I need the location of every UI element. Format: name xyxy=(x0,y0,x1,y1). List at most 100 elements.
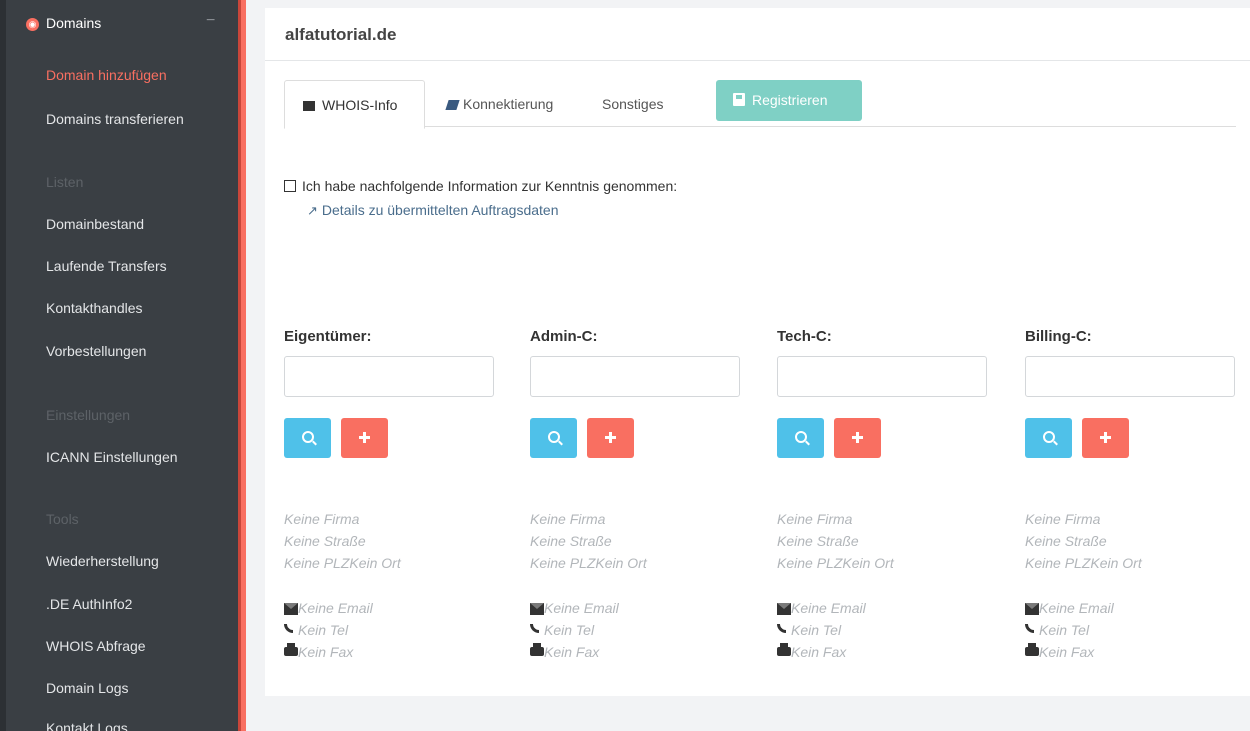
contact-strasse: Keine Straße xyxy=(530,533,612,549)
plus-icon-stem xyxy=(609,432,612,443)
contact-handle-input[interactable] xyxy=(284,356,494,397)
add-contact-button[interactable] xyxy=(834,418,881,458)
contact-column-admin-c: Admin-C: Keine Firma Keine Straße Keine … xyxy=(530,328,742,668)
tab-whois-info[interactable]: WHOIS-Info xyxy=(284,80,425,129)
contact-ort: Keine PLZKein Ort xyxy=(530,555,647,571)
envelope-icon xyxy=(530,603,544,615)
sidebar-item-domain-hinzufuegen[interactable]: Domain hinzufügen xyxy=(46,67,167,83)
contact-column-eigentuemer: Eigentümer: Keine Firma Keine Straße Kei… xyxy=(284,328,496,668)
fax-icon xyxy=(530,643,544,656)
fax-icon xyxy=(777,643,791,656)
contact-column-billing-c: Billing-C: Keine Firma Keine Straße Kein… xyxy=(1025,328,1237,668)
contact-role-label: Admin-C: xyxy=(530,328,598,345)
sidebar-section-listen: Listen xyxy=(46,174,84,190)
sidebar-item-kontakthandles[interactable]: Kontakthandles xyxy=(46,300,143,316)
add-contact-button[interactable] xyxy=(1082,418,1129,458)
plus-icon-stem xyxy=(856,432,859,443)
contact-ort: Keine PLZKein Ort xyxy=(777,555,894,571)
sidebar-item-kontakt-logs[interactable]: Kontakt Logs xyxy=(46,720,128,731)
sidebar-section-einstellungen: Einstellungen xyxy=(46,407,131,423)
envelope-icon xyxy=(1025,603,1039,615)
tab-label: WHOIS-Info xyxy=(322,97,398,113)
acknowledge-label: Ich habe nachfolgende Information zur Ke… xyxy=(302,178,678,194)
contact-handle-input[interactable] xyxy=(1025,356,1235,397)
contact-role-label: Billing-C: xyxy=(1025,328,1092,345)
contact-ort: Keine PLZKein Ort xyxy=(1025,555,1142,571)
search-button[interactable] xyxy=(530,418,577,458)
contact-fax: Kein Fax xyxy=(1039,644,1095,660)
search-icon xyxy=(302,431,314,443)
sidebar-item-domain-logs[interactable]: Domain Logs xyxy=(46,680,129,696)
details-link[interactable]: ↗ Details zu übermittelten Auftragsdaten xyxy=(307,202,558,219)
details-link-text: Details zu übermittelten Auftragsdaten xyxy=(321,202,559,218)
contact-strasse: Keine Straße xyxy=(284,533,366,549)
contact-firma: Keine Firma xyxy=(530,511,606,527)
contact-ort: Keine PLZKein Ort xyxy=(284,555,401,571)
register-button-label: Registrieren xyxy=(752,92,828,108)
sidebar-item-laufende-transfers[interactable]: Laufende Transfers xyxy=(46,258,167,274)
sidebar-item-domains-transferieren[interactable]: Domains transferieren xyxy=(46,111,184,127)
search-icon xyxy=(795,431,807,443)
sidebar-item-domainbestand[interactable]: Domainbestand xyxy=(46,216,144,232)
contact-strasse: Keine Straße xyxy=(777,533,859,549)
sidebar-item-de-authinfo2[interactable]: .DE AuthInfo2 xyxy=(46,596,132,612)
contact-firma: Keine Firma xyxy=(284,511,360,527)
contact-email: Keine Email xyxy=(1039,600,1114,616)
sidebar: ◉ Domains − Domain hinzufügen Domains tr… xyxy=(0,0,238,731)
globe-icon: ◉ xyxy=(26,18,39,31)
contact-tel: Kein Tel xyxy=(791,622,842,638)
contact-firma: Keine Firma xyxy=(777,511,853,527)
contact-column-tech-c: Tech-C: Keine Firma Keine Straße Keine P… xyxy=(777,328,989,668)
contact-handle-input[interactable] xyxy=(777,356,987,397)
domain-card: alfatutorial.de WHOIS-Info Konnektierung… xyxy=(265,8,1250,696)
phone-icon xyxy=(530,624,539,633)
contact-fax: Kein Fax xyxy=(544,644,600,660)
acknowledge-checkbox[interactable] xyxy=(284,180,296,192)
contact-email: Keine Email xyxy=(791,600,866,616)
sidebar-edge xyxy=(0,0,6,731)
envelope-icon xyxy=(777,603,791,615)
contact-role-label: Eigentümer: xyxy=(284,328,372,345)
search-button[interactable] xyxy=(1025,418,1072,458)
sidebar-item-whois-abfrage[interactable]: WHOIS Abfrage xyxy=(46,638,146,654)
sidebar-item-vorbestellungen[interactable]: Vorbestellungen xyxy=(46,343,146,359)
sidebar-item-wiederherstellung[interactable]: Wiederherstellung xyxy=(46,553,159,569)
phone-icon xyxy=(1025,624,1034,633)
sidebar-accent-shadow xyxy=(238,0,241,731)
search-icon xyxy=(548,431,560,443)
contact-fax: Kein Fax xyxy=(298,644,354,660)
envelope-icon xyxy=(284,603,298,615)
contact-firma: Keine Firma xyxy=(1025,511,1101,527)
contact-fax: Kein Fax xyxy=(791,644,847,660)
contact-tel: Kein Tel xyxy=(298,622,349,638)
contact-tel: Kein Tel xyxy=(1039,622,1090,638)
tab-konnektierung[interactable]: Konnektierung xyxy=(425,80,575,126)
fax-icon xyxy=(284,643,298,656)
search-button[interactable] xyxy=(284,418,331,458)
sidebar-section-tools: Tools xyxy=(46,511,79,527)
tab-sonstiges[interactable]: Sonstiges xyxy=(581,80,691,126)
sidebar-item-icann-einstellungen[interactable]: ICANN Einstellungen xyxy=(46,449,178,465)
phone-icon xyxy=(284,624,293,633)
archive-icon xyxy=(303,101,315,111)
fax-icon xyxy=(1025,643,1039,656)
tabs-baseline xyxy=(284,126,1236,127)
phone-icon xyxy=(777,624,786,633)
divider xyxy=(265,60,1250,61)
register-button[interactable]: Registrieren xyxy=(716,80,862,121)
contact-handle-input[interactable] xyxy=(530,356,740,397)
sidebar-header-domains[interactable]: ◉ Domains − xyxy=(6,0,238,48)
search-icon xyxy=(1043,431,1055,443)
contact-strasse: Keine Straße xyxy=(1025,533,1107,549)
add-contact-button[interactable] xyxy=(341,418,388,458)
tab-label: Konnektierung xyxy=(463,96,554,112)
minus-icon[interactable]: − xyxy=(206,12,215,30)
search-button[interactable] xyxy=(777,418,824,458)
contact-email: Keine Email xyxy=(544,600,619,616)
sidebar-header-title: Domains xyxy=(46,15,102,31)
add-contact-button[interactable] xyxy=(587,418,634,458)
contact-email: Keine Email xyxy=(298,600,373,616)
floppy-disk-icon xyxy=(733,93,745,106)
tab-label: Sonstiges xyxy=(602,96,664,112)
page-title: alfatutorial.de xyxy=(285,25,397,44)
